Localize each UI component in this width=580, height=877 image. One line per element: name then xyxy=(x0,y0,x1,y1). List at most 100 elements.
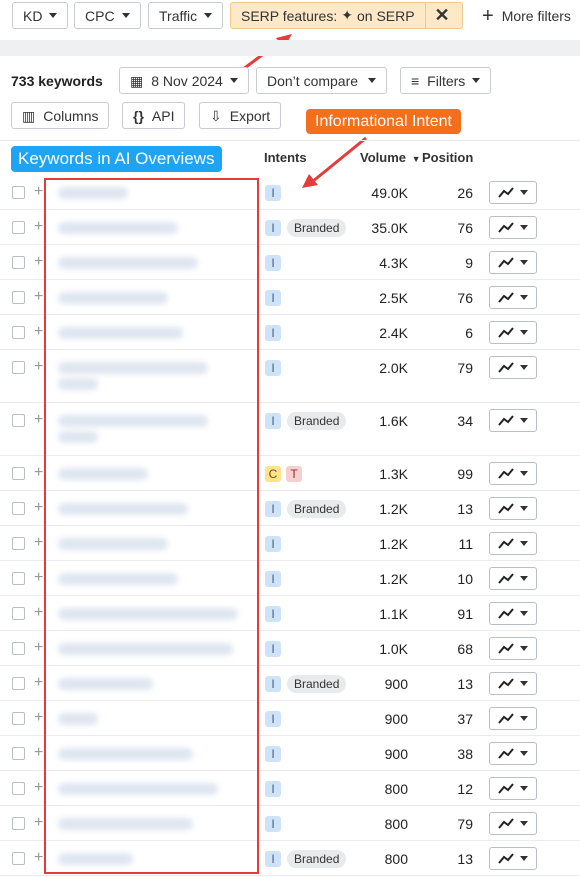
row-checkbox[interactable] xyxy=(12,782,25,795)
row-checkbox[interactable] xyxy=(12,326,25,339)
position-history-button[interactable] xyxy=(489,286,537,309)
row-checkbox[interactable] xyxy=(12,361,25,374)
position-history-button[interactable] xyxy=(489,216,537,239)
add-to-list-icon[interactable]: + xyxy=(34,675,43,691)
row-checkbox[interactable] xyxy=(12,537,25,550)
position-history-button[interactable] xyxy=(489,567,537,590)
add-to-list-icon[interactable]: + xyxy=(34,324,43,340)
cpc-filter[interactable]: CPC xyxy=(74,2,141,29)
row-checkbox[interactable] xyxy=(12,747,25,760)
position-history-button[interactable] xyxy=(489,251,537,274)
position-history-button[interactable] xyxy=(489,356,537,379)
position-history-button[interactable] xyxy=(489,742,537,765)
keyword-link[interactable] xyxy=(58,468,148,480)
volume-column-header[interactable]: Volume ▼ xyxy=(360,150,421,165)
add-to-list-icon[interactable]: + xyxy=(34,359,43,375)
keyword-link[interactable] xyxy=(58,573,178,585)
position-history-button[interactable] xyxy=(489,602,537,625)
keyword-link[interactable] xyxy=(58,818,193,830)
add-to-list-icon[interactable]: + xyxy=(34,570,43,586)
plus-icon: + xyxy=(482,4,494,27)
add-to-list-icon[interactable]: + xyxy=(34,780,43,796)
api-button[interactable]: {} API xyxy=(122,102,186,129)
row-checkbox[interactable] xyxy=(12,642,25,655)
add-to-list-icon[interactable]: + xyxy=(34,710,43,726)
row-checkbox[interactable] xyxy=(12,572,25,585)
position-history-button[interactable] xyxy=(489,409,537,432)
sort-desc-icon: ▼ xyxy=(411,154,421,164)
add-to-list-icon[interactable]: + xyxy=(34,500,43,516)
keyword-link[interactable] xyxy=(58,853,133,865)
row-checkbox[interactable] xyxy=(12,852,25,865)
keyword-link[interactable] xyxy=(58,503,188,515)
calendar-icon: ▦ xyxy=(130,72,144,89)
add-to-list-icon[interactable]: + xyxy=(34,289,43,305)
row-checkbox[interactable] xyxy=(12,677,25,690)
serp-features-filter[interactable]: SERP features: ✦ on SERP ✕ xyxy=(230,2,463,29)
close-icon[interactable]: ✕ xyxy=(424,3,459,28)
date-picker[interactable]: ▦ 8 Nov 2024 xyxy=(119,67,249,94)
row-checkbox[interactable] xyxy=(12,414,25,427)
filters-button[interactable]: ≡ Filters xyxy=(400,67,492,94)
position-history-button[interactable] xyxy=(489,532,537,555)
add-to-list-icon[interactable]: + xyxy=(34,815,43,831)
keyword-link[interactable] xyxy=(58,783,218,795)
position-history-button[interactable] xyxy=(489,812,537,835)
row-checkbox[interactable] xyxy=(12,712,25,725)
columns-button[interactable]: ▥ Columns xyxy=(11,102,110,129)
position-history-button[interactable] xyxy=(489,462,537,485)
position-history-button[interactable] xyxy=(489,847,537,870)
add-to-list-icon[interactable]: + xyxy=(34,850,43,866)
chevron-down-icon xyxy=(520,716,528,721)
add-to-list-icon[interactable]: + xyxy=(34,219,43,235)
row-checkbox[interactable] xyxy=(12,817,25,830)
keyword-link[interactable] xyxy=(58,187,128,199)
add-to-list-icon[interactable]: + xyxy=(34,412,43,428)
intents-column-header[interactable]: Intents xyxy=(264,150,307,165)
position-column-header[interactable]: Position xyxy=(422,150,473,165)
add-to-list-icon[interactable]: + xyxy=(34,745,43,761)
keyword-link[interactable] xyxy=(58,713,98,725)
keyword-link[interactable] xyxy=(58,292,168,304)
traffic-filter[interactable]: Traffic xyxy=(148,2,224,29)
keyword-link[interactable] xyxy=(58,608,238,620)
keyword-link[interactable] xyxy=(58,643,233,655)
position-history-button[interactable] xyxy=(489,637,537,660)
add-to-list-icon[interactable]: + xyxy=(34,640,43,656)
keyword-link[interactable] xyxy=(58,362,208,374)
row-checkbox[interactable] xyxy=(12,502,25,515)
row-checkbox[interactable] xyxy=(12,467,25,480)
add-to-list-icon[interactable]: + xyxy=(34,465,43,481)
add-to-list-icon[interactable]: + xyxy=(34,184,43,200)
keyword-link[interactable] xyxy=(58,431,98,443)
keyword-link[interactable] xyxy=(58,257,198,269)
position-history-button[interactable] xyxy=(489,497,537,520)
chevron-down-icon xyxy=(520,190,528,195)
add-to-list-icon[interactable]: + xyxy=(34,254,43,270)
add-to-list-icon[interactable]: + xyxy=(34,535,43,551)
kd-filter[interactable]: KD xyxy=(12,2,69,29)
keyword-link[interactable] xyxy=(58,378,98,390)
position-history-button[interactable] xyxy=(489,672,537,695)
keyword-link[interactable] xyxy=(58,327,183,339)
trend-line-icon xyxy=(498,572,514,584)
position-history-button[interactable] xyxy=(489,707,537,730)
keyword-link[interactable] xyxy=(58,222,178,234)
table-row: + I Branded 900 13 xyxy=(0,666,580,701)
keyword-link[interactable] xyxy=(58,538,168,550)
row-checkbox[interactable] xyxy=(12,256,25,269)
row-checkbox[interactable] xyxy=(12,291,25,304)
row-checkbox[interactable] xyxy=(12,221,25,234)
more-filters-button[interactable]: + More filters xyxy=(482,2,571,29)
keyword-link[interactable] xyxy=(58,748,193,760)
row-checkbox[interactable] xyxy=(12,186,25,199)
export-button[interactable]: ⇩ Export xyxy=(199,102,282,129)
position-history-button[interactable] xyxy=(489,321,537,344)
position-history-button[interactable] xyxy=(489,777,537,800)
add-to-list-icon[interactable]: + xyxy=(34,605,43,621)
position-history-button[interactable] xyxy=(489,181,537,204)
keyword-link[interactable] xyxy=(58,415,208,427)
row-checkbox[interactable] xyxy=(12,607,25,620)
keyword-link[interactable] xyxy=(58,678,153,690)
compare-dropdown[interactable]: Don’t compare xyxy=(256,67,388,94)
